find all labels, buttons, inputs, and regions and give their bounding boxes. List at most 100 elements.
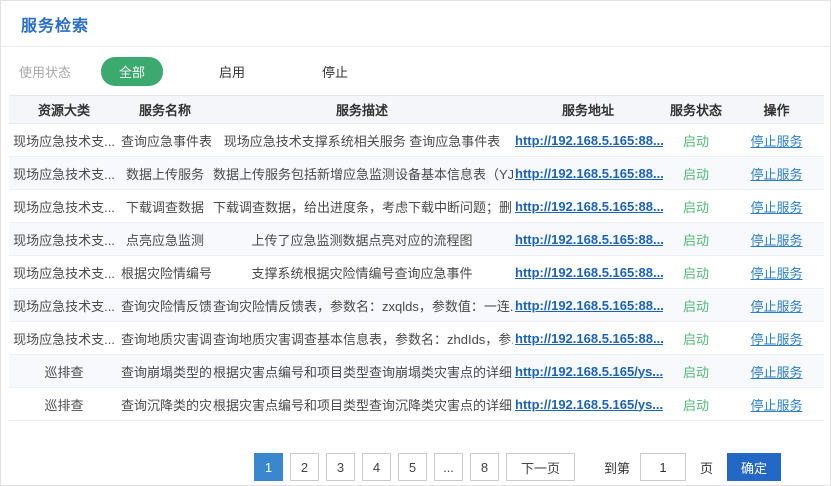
cell-status: 启动 [663, 157, 729, 190]
cell-service-name: 根据灾险情编号... [119, 256, 211, 289]
service-url-link[interactable]: http://192.168.5.165:88... [515, 133, 663, 148]
status-filter-label: 使用状态 [19, 62, 71, 81]
cell-action: 停止服务 [729, 190, 824, 223]
pagination: 12345...8 下一页 到第 页 确定 [254, 453, 830, 481]
header-status: 服务状态 [663, 96, 729, 124]
cell-action: 停止服务 [729, 322, 824, 355]
service-url-link[interactable]: http://192.168.5.165:88... [515, 232, 663, 247]
cell-description: 数据上传服务包括新增应急监测设备基本信息表（YJB... [211, 157, 513, 190]
title-bar: 服务检索 [1, 1, 830, 47]
table-row: 现场应急技术支... 查询灾险情反馈... 查询灾险情反馈表，参数名：zxqld… [9, 289, 824, 322]
table-row: 现场应急技术支... 查询地质灾害调... 查询地质灾害调查基本信息表，参数名：… [9, 322, 824, 355]
header-description: 服务描述 [211, 96, 513, 124]
goto-page-label: 到第 [604, 458, 630, 477]
service-search-panel: 服务检索 使用状态 全部 启用 停止 资源大类 服务名称 服务描述 服务地址 服… [0, 0, 831, 486]
page-unit-label: 页 [700, 458, 713, 477]
cell-service-url: http://192.168.5.165:88... [513, 256, 663, 289]
header-service-name: 服务名称 [119, 96, 211, 124]
cell-category: 现场应急技术支... [9, 223, 119, 256]
cell-description: 根据灾害点编号和项目类型查询沉降类灾害点的详细... [211, 388, 513, 421]
cell-action: 停止服务 [729, 157, 824, 190]
stop-service-link[interactable]: 停止服务 [750, 299, 802, 314]
cell-service-name: 点亮应急监测 [119, 223, 211, 256]
confirm-button[interactable]: 确定 [727, 453, 781, 481]
cell-status: 启动 [663, 190, 729, 223]
cell-action: 停止服务 [729, 388, 824, 421]
filter-option-stopped[interactable]: 停止 [306, 57, 364, 86]
stop-service-link[interactable]: 停止服务 [750, 332, 802, 347]
table-row: 现场应急技术支... 数据上传服务 数据上传服务包括新增应急监测设备基本信息表（… [9, 157, 824, 190]
cell-service-url: http://192.168.5.165:88... [513, 289, 663, 322]
table-body: 现场应急技术支... 查询应急事件表 现场应急技术支撑系统相关服务 查询应急事件… [9, 124, 824, 421]
header-action: 操作 [729, 96, 824, 124]
cell-description: 查询灾险情反馈表，参数名：zxqlds，参数值：一连... [211, 289, 513, 322]
status-filter-bar: 使用状态 全部 启用 停止 [1, 47, 830, 95]
page-buttons: 12345...8 [254, 453, 506, 481]
cell-service-url: http://192.168.5.165/ys... [513, 388, 663, 421]
service-url-link[interactable]: http://192.168.5.165/ys... [515, 397, 663, 412]
header-service-url: 服务地址 [513, 96, 663, 124]
cell-action: 停止服务 [729, 355, 824, 388]
cell-action: 停止服务 [729, 256, 824, 289]
table-row: 巡排查 查询崩塌类型的... 根据灾害点编号和项目类型查询崩塌类灾害点的详细..… [9, 355, 824, 388]
cell-description: 下载调查数据，给出进度条，考虑下载中断问题；删... [211, 190, 513, 223]
table-header-row: 资源大类 服务名称 服务描述 服务地址 服务状态 操作 [9, 96, 824, 124]
page-title: 服务检索 [21, 18, 89, 35]
cell-description: 支撑系统根据灾险情编号查询应急事件 [211, 256, 513, 289]
table-row: 现场应急技术支... 点亮应急监测 上传了应急监测数据点亮对应的流程图 http… [9, 223, 824, 256]
cell-service-url: http://192.168.5.165:88... [513, 322, 663, 355]
service-url-link[interactable]: http://192.168.5.165:88... [515, 331, 663, 346]
goto-page-input[interactable] [640, 453, 686, 481]
cell-service-name: 查询应急事件表 [119, 124, 211, 157]
cell-service-url: http://192.168.5.165:88... [513, 223, 663, 256]
cell-status: 启动 [663, 256, 729, 289]
cell-description: 现场应急技术支撑系统相关服务 查询应急事件表 [211, 124, 513, 157]
cell-status: 启动 [663, 388, 729, 421]
stop-service-link[interactable]: 停止服务 [750, 134, 802, 149]
cell-action: 停止服务 [729, 289, 824, 322]
page-number-button[interactable]: ... [434, 453, 463, 481]
cell-service-url: http://192.168.5.165:88... [513, 124, 663, 157]
stop-service-link[interactable]: 停止服务 [750, 200, 802, 215]
cell-category: 巡排查 [9, 388, 119, 421]
next-page-button[interactable]: 下一页 [506, 453, 575, 481]
page-number-button[interactable]: 3 [326, 453, 355, 481]
page-number-button[interactable]: 4 [362, 453, 391, 481]
cell-category: 现场应急技术支... [9, 157, 119, 190]
stop-service-link[interactable]: 停止服务 [750, 233, 802, 248]
stop-service-link[interactable]: 停止服务 [750, 266, 802, 281]
cell-category: 现场应急技术支... [9, 322, 119, 355]
cell-description: 上传了应急监测数据点亮对应的流程图 [211, 223, 513, 256]
stop-service-link[interactable]: 停止服务 [750, 167, 802, 182]
cell-service-name: 查询崩塌类型的... [119, 355, 211, 388]
cell-service-name: 查询沉降类的灾... [119, 388, 211, 421]
cell-category: 现场应急技术支... [9, 124, 119, 157]
service-url-link[interactable]: http://192.168.5.165:88... [515, 298, 663, 313]
table-row: 现场应急技术支... 根据灾险情编号... 支撑系统根据灾险情编号查询应急事件 … [9, 256, 824, 289]
stop-service-link[interactable]: 停止服务 [750, 365, 802, 380]
service-url-link[interactable]: http://192.168.5.165:88... [515, 166, 663, 181]
cell-action: 停止服务 [729, 124, 824, 157]
cell-service-url: http://192.168.5.165:88... [513, 157, 663, 190]
cell-description: 根据灾害点编号和项目类型查询崩塌类灾害点的详细... [211, 355, 513, 388]
stop-service-link[interactable]: 停止服务 [750, 398, 802, 413]
table-row: 现场应急技术支... 下载调查数据 下载调查数据，给出进度条，考虑下载中断问题；… [9, 190, 824, 223]
filter-option-enabled[interactable]: 启用 [203, 57, 261, 86]
cell-status: 启动 [663, 223, 729, 256]
cell-category: 巡排查 [9, 355, 119, 388]
cell-status: 启动 [663, 322, 729, 355]
cell-service-url: http://192.168.5.165/ys... [513, 355, 663, 388]
cell-description: 查询地质灾害调查基本信息表，参数名：zhdIds，参... [211, 322, 513, 355]
service-url-link[interactable]: http://192.168.5.165:88... [515, 199, 663, 214]
cell-service-url: http://192.168.5.165:88... [513, 190, 663, 223]
page-number-button[interactable]: 2 [290, 453, 319, 481]
page-number-button[interactable]: 5 [398, 453, 427, 481]
filter-option-all[interactable]: 全部 [101, 57, 163, 86]
cell-service-name: 数据上传服务 [119, 157, 211, 190]
service-url-link[interactable]: http://192.168.5.165/ys... [515, 364, 663, 379]
page-number-button[interactable]: 1 [254, 453, 283, 481]
page-number-button[interactable]: 8 [470, 453, 499, 481]
table-row: 巡排查 查询沉降类的灾... 根据灾害点编号和项目类型查询沉降类灾害点的详细..… [9, 388, 824, 421]
service-url-link[interactable]: http://192.168.5.165:88... [515, 265, 663, 280]
table-header: 资源大类 服务名称 服务描述 服务地址 服务状态 操作 [9, 96, 824, 124]
